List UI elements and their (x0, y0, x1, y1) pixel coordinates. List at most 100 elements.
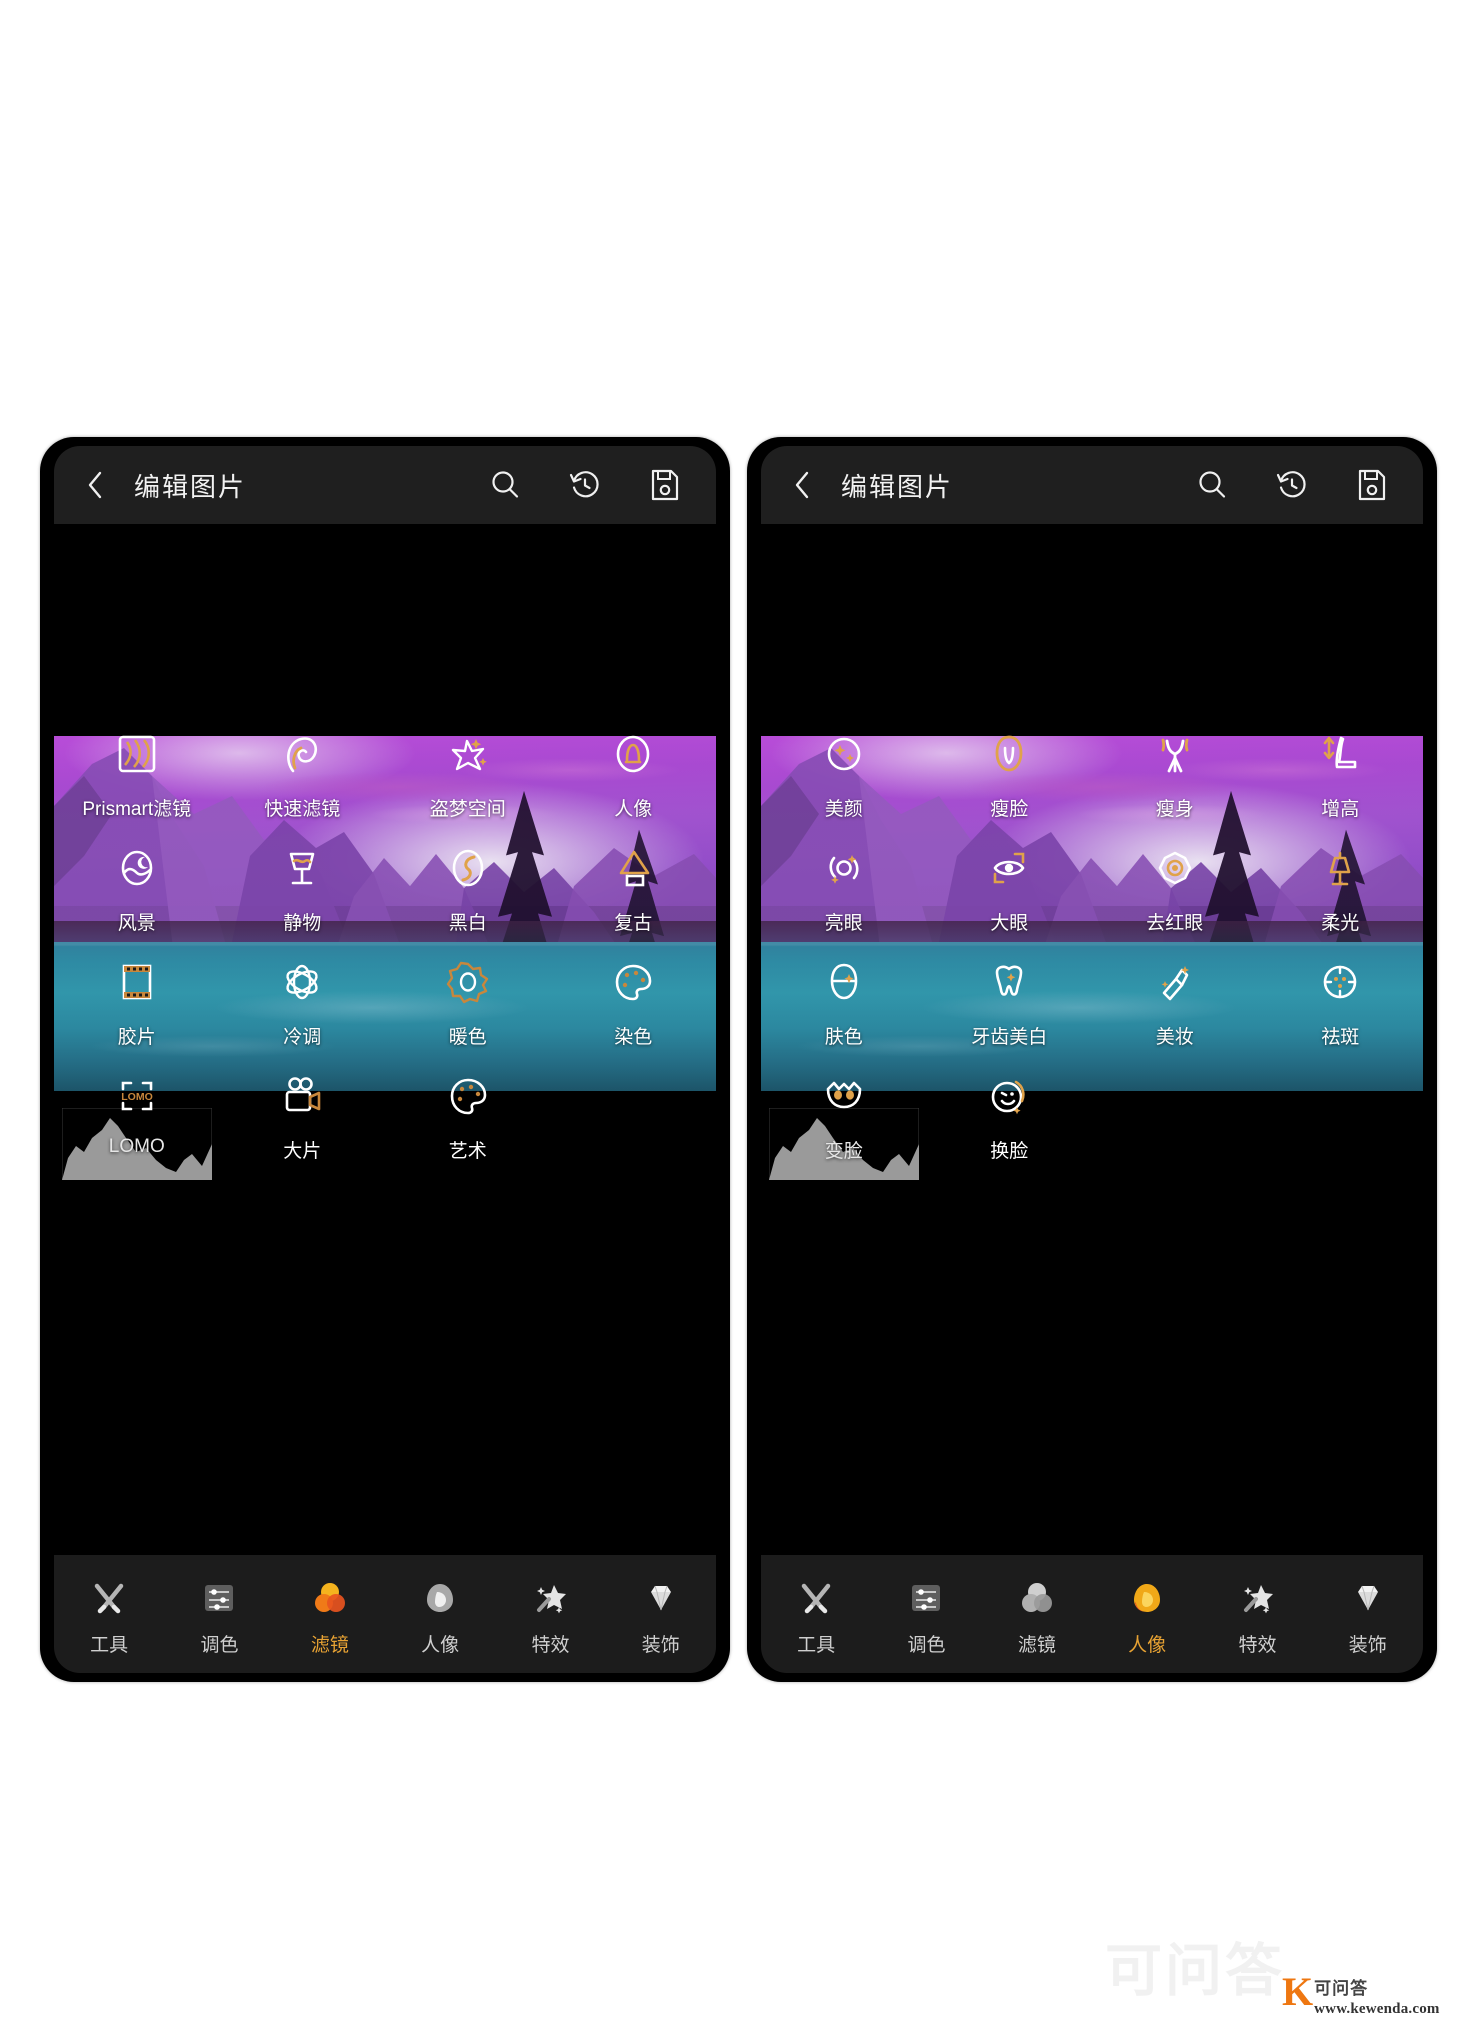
landscape-icon (111, 842, 163, 894)
phone-mockup-left: 编辑图片 Prismart滤镜 快速滤镜 盗梦空间 人像 风景 静物 黑白 复古… (40, 437, 730, 1682)
filter-item-label: 暖色 (448, 1027, 487, 1048)
history-icon (569, 471, 599, 498)
cool-tone-atom-icon (276, 956, 328, 1008)
slim-face-icon (983, 728, 1035, 780)
tab-label: 特效 (1238, 1634, 1277, 1656)
portrait-item-redeye[interactable]: 去红眼 (1092, 834, 1258, 948)
portrait-item-label: 美妆 (1155, 1027, 1194, 1048)
tab-effects[interactable]: 特效 (495, 1578, 605, 1657)
portrait-item-softlight[interactable]: 柔光 (1258, 834, 1424, 948)
portrait-item-makeup[interactable]: 美妆 (1092, 948, 1258, 1062)
tab-decoration[interactable]: 装饰 (606, 1578, 716, 1657)
portrait-item-label: 牙齿美白 (971, 1027, 1048, 1048)
portrait-item-beauty[interactable]: 美颜 (761, 720, 927, 834)
filter-item-stilllife[interactable]: 静物 (220, 834, 386, 948)
filter-grid-row: Prismart滤镜 快速滤镜 盗梦空间 人像 (54, 720, 716, 834)
history-button[interactable] (1269, 462, 1315, 508)
portrait-item-label: 祛斑 (1321, 1027, 1360, 1048)
portrait-grid-row: 肤色 牙齿美白 美妆 祛斑 (761, 948, 1423, 1062)
save-button[interactable] (1349, 462, 1395, 508)
tab-portrait[interactable]: 人像 (1092, 1578, 1202, 1657)
tab-label: 装饰 (1348, 1634, 1387, 1656)
filter-item-retro[interactable]: 复古 (551, 834, 717, 948)
bottom-tab-bar: 工具 调色 滤镜 人像 特效 装饰 (761, 1555, 1423, 1673)
portrait-icon (420, 1578, 460, 1618)
slim-body-icon (1149, 728, 1201, 780)
app-bar: 编辑图片 (761, 446, 1423, 524)
tab-color-adjust[interactable]: 调色 (871, 1578, 981, 1657)
tab-tools[interactable]: 工具 (54, 1578, 164, 1657)
tab-label: 特效 (531, 1634, 570, 1656)
filter-item-prismart[interactable]: Prismart滤镜 (54, 720, 220, 834)
filter-item-label: LOMO (108, 1136, 165, 1157)
portrait-item-slimface[interactable]: 瘦脸 (927, 720, 1093, 834)
face-swap-icon (983, 1070, 1035, 1122)
tab-color-adjust[interactable]: 调色 (164, 1578, 274, 1657)
filter-item-warm[interactable]: 暖色 (385, 948, 551, 1062)
filter-item-art[interactable]: 艺术 (385, 1062, 551, 1176)
color-adjust-icon (906, 1578, 946, 1618)
movie-camera-icon (276, 1070, 328, 1122)
still-life-glass-icon (276, 842, 328, 894)
back-button[interactable] (78, 468, 112, 502)
portrait-item-bigeye[interactable]: 大眼 (927, 834, 1093, 948)
save-button[interactable] (642, 462, 688, 508)
portrait-item-facemorph[interactable]: 变脸 (761, 1062, 927, 1180)
portrait-item-label: 增高 (1321, 799, 1360, 820)
brand-watermark: K 可问答 www.kewenda.com (1282, 1972, 1440, 2018)
filter-item-label: 黑白 (448, 913, 487, 934)
filter-grid-row: 胶片 冷调 暖色 染色 (54, 948, 716, 1062)
search-icon (1199, 471, 1226, 498)
portrait-item-label: 美颜 (824, 799, 863, 820)
portrait-item-empty-1 (1092, 1062, 1258, 1176)
filter-item-label: 风景 (117, 913, 156, 934)
app-bar: 编辑图片 (54, 446, 716, 524)
filter-item-label: 静物 (283, 913, 322, 934)
page-title: 编辑图片 (841, 471, 954, 502)
portrait-grid-row: 亮眼 大眼 去红眼 柔光 (761, 834, 1423, 948)
save-icon (651, 469, 679, 501)
history-button[interactable] (562, 462, 608, 508)
tab-label: 滤镜 (310, 1634, 349, 1656)
search-button[interactable] (482, 462, 528, 508)
filter-item-blackwhite[interactable]: 黑白 (385, 834, 551, 948)
tab-tools[interactable]: 工具 (761, 1578, 871, 1657)
bright-eye-icon (818, 842, 870, 894)
phone-mockup-right: 编辑图片 美颜 瘦脸 瘦身 增高 亮眼 大眼 去红眼 柔光 肤色 牙齿美白 美妆… (747, 437, 1437, 1682)
filter-item-label: 冷调 (283, 1027, 322, 1048)
tab-filters[interactable]: 滤镜 (275, 1578, 385, 1657)
search-icon (492, 471, 519, 498)
filter-item-blockbuster[interactable]: 大片 (220, 1062, 386, 1176)
tab-filters[interactable]: 滤镜 (982, 1578, 1092, 1657)
effects-icon (1237, 1578, 1277, 1618)
filter-item-cool[interactable]: 冷调 (220, 948, 386, 1062)
filter-item-label: 盗梦空间 (429, 799, 506, 820)
back-button[interactable] (785, 468, 819, 502)
tab-label: 调色 (200, 1634, 239, 1656)
decoration-icon (1348, 1578, 1388, 1618)
tab-decoration[interactable]: 装饰 (1313, 1578, 1423, 1657)
filter-item-portrait[interactable]: 人像 (551, 720, 717, 834)
tab-label: 人像 (421, 1634, 460, 1656)
portrait-item-faceswap[interactable]: 换脸 (927, 1062, 1093, 1176)
tab-effects[interactable]: 特效 (1202, 1578, 1312, 1657)
portrait-item-teeth[interactable]: 牙齿美白 (927, 948, 1093, 1062)
tab-portrait[interactable]: 人像 (385, 1578, 495, 1657)
tab-label: 工具 (797, 1634, 836, 1656)
filter-item-landscape[interactable]: 风景 (54, 834, 220, 948)
tab-label: 滤镜 (1017, 1634, 1056, 1656)
portrait-item-skintone[interactable]: 肤色 (761, 948, 927, 1062)
filter-item-film[interactable]: 胶片 (54, 948, 220, 1062)
portrait-item-height[interactable]: 增高 (1258, 720, 1424, 834)
filter-item-inception[interactable]: 盗梦空间 (385, 720, 551, 834)
filter-item-lomo[interactable]: LOMO LOMO (54, 1062, 220, 1180)
page-title: 编辑图片 (134, 471, 247, 502)
search-button[interactable] (1189, 462, 1235, 508)
portrait-item-brighteye[interactable]: 亮眼 (761, 834, 927, 948)
history-icon (1276, 471, 1306, 498)
filter-item-dye[interactable]: 染色 (551, 948, 717, 1062)
portrait-item-slimbody[interactable]: 瘦身 (1092, 720, 1258, 834)
filter-item-quick[interactable]: 快速滤镜 (220, 720, 386, 834)
portrait-item-spots[interactable]: 祛斑 (1258, 948, 1424, 1062)
chevron-left-icon (88, 471, 102, 499)
